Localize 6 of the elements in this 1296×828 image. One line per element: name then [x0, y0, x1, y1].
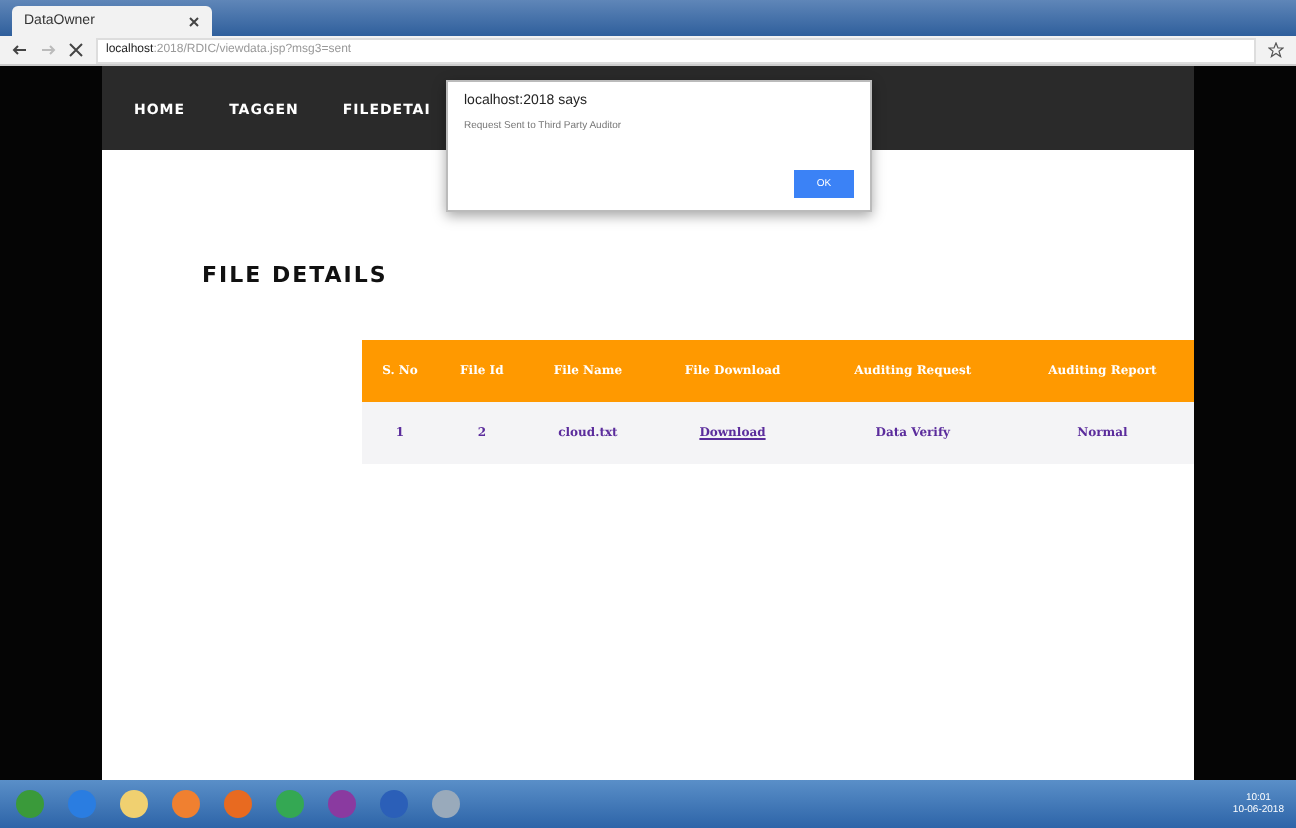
page-heading: FILE DETAILS: [202, 262, 390, 288]
close-icon[interactable]: [68, 42, 84, 58]
back-arrow-icon[interactable]: [12, 42, 28, 58]
forward-arrow-icon[interactable]: [40, 42, 56, 58]
star-icon[interactable]: [1268, 42, 1284, 58]
close-icon[interactable]: [188, 15, 200, 27]
